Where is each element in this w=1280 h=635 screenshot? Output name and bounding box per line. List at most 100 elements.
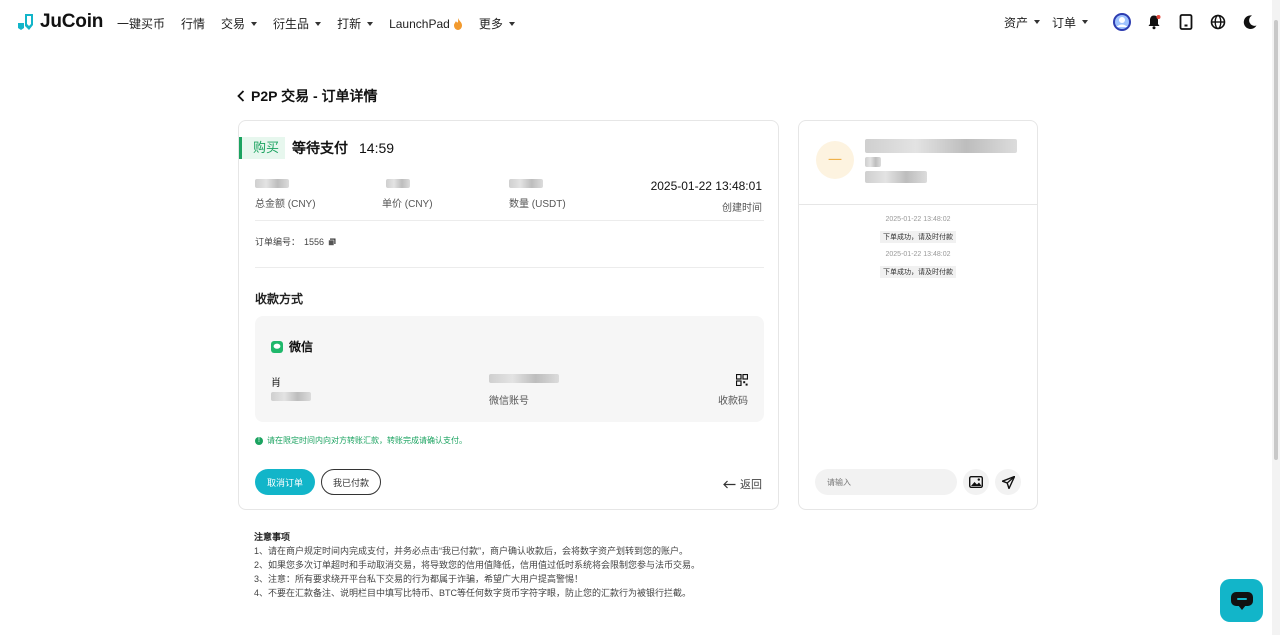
- fire-icon: [453, 17, 462, 30]
- message-text: 下单成功，请及时付款: [880, 266, 956, 278]
- chat-message: 2025-01-22 13:48:02 下单成功，请及时付款: [799, 216, 1037, 244]
- nav-item-more[interactable]: 更多: [479, 15, 515, 32]
- merchant-name-redacted: [865, 139, 1017, 153]
- stat-created: 2025-01-22 13:48:01 创建时间: [651, 179, 762, 214]
- qr-code[interactable]: 收款码: [718, 373, 749, 407]
- send-icon: [1001, 475, 1015, 489]
- qr-label: 收款码: [718, 396, 748, 407]
- back-button[interactable]: 返回: [723, 476, 762, 492]
- nav-label: 一键买币: [117, 17, 166, 31]
- page-title[interactable]: P2P 交易 - 订单详情: [237, 86, 378, 106]
- note-line: 3、注意：所有要求绕开平台私下交易的行为都属于诈骗，希望广大用户提高警惕！: [254, 574, 584, 584]
- notice-text: 请在限定时间内向对方转账汇款，转账完成请确认支付。: [267, 436, 467, 445]
- payment-notice: ! 请在限定时间内向对方转账汇款，转账完成请确认支付。: [255, 435, 467, 446]
- main-menu: 一键买币 行情 交易 衍生品 打新 LaunchPad 更多: [117, 15, 531, 32]
- nav-label: 更多: [478, 17, 503, 31]
- countdown-timer: 14:59: [359, 140, 395, 156]
- payment-method-title: 收款方式: [255, 292, 304, 306]
- brand-name: JuCoin: [40, 11, 104, 32]
- copy-icon[interactable]: [328, 238, 336, 246]
- scrollbar-thumb[interactable]: [1274, 20, 1278, 460]
- note-line: 2、如果您多次订单超时和手动取消交易，将导致您的信用值降低，信用值过低时系统将会…: [254, 560, 701, 570]
- nav-item-orders[interactable]: 订单: [1052, 14, 1088, 31]
- stat-price: 单价 (CNY): [382, 179, 433, 210]
- created-time: 2025-01-22 13:48:01: [650, 179, 762, 193]
- side-tag: 购买: [239, 137, 286, 159]
- send-button[interactable]: [995, 469, 1021, 495]
- nav-label: 衍生品: [273, 17, 310, 31]
- wechat-method: 微信: [271, 338, 313, 355]
- nav-item-quick-buy[interactable]: 一键买币: [117, 15, 165, 32]
- chevron-down-icon: [1082, 20, 1088, 24]
- divider: [255, 267, 764, 268]
- nav-label: 资产: [1003, 15, 1028, 30]
- bell-icon[interactable]: [1144, 12, 1164, 32]
- order-status-row: 购买 等待支付 14:59: [239, 137, 394, 159]
- redacted-value: [489, 374, 559, 383]
- image-icon: [969, 476, 983, 488]
- support-chat-button[interactable]: [1220, 579, 1263, 622]
- cancel-order-button[interactable]: 取消订单: [255, 469, 315, 495]
- avatar-icon[interactable]: [1112, 12, 1132, 32]
- download-icon[interactable]: [1176, 12, 1196, 32]
- nav-item-assets[interactable]: 资产: [1004, 14, 1040, 31]
- nav-label: 打新: [337, 17, 362, 31]
- stat-label: 创建时间: [722, 203, 762, 214]
- payment-method-box: 微信 肖 微信账号 收款码: [255, 316, 764, 422]
- nav-item-markets[interactable]: 行情: [181, 15, 205, 32]
- order-card: 购买 等待支付 14:59 总金额 (CNY) 单价 (CNY) 数量 (USD…: [238, 120, 779, 510]
- stat-label: 总金额 (CNY): [255, 199, 316, 210]
- arrow-left-icon: [723, 480, 736, 488]
- paid-button[interactable]: 我已付款: [321, 469, 381, 495]
- nav-item-ipo[interactable]: 打新: [337, 15, 374, 32]
- wechat-icon: [271, 340, 283, 353]
- message-text: 下单成功，请及时付款: [880, 231, 956, 243]
- wechat-account: 微信账号: [489, 374, 559, 407]
- nav-right: 资产 订单: [1004, 12, 1260, 32]
- chat-panel: 一 2025-01-22 13:48:02 下单成功，请及时付款 2025-01…: [798, 120, 1038, 510]
- notes-title: 注意事项: [254, 532, 291, 542]
- chevron-down-icon: [315, 21, 322, 26]
- divider: [255, 220, 764, 221]
- order-no-value: 1556: [304, 236, 325, 247]
- nav-label: LaunchPad: [389, 16, 450, 31]
- payee-name: 肖: [271, 374, 311, 404]
- nav-item-launchpad[interactable]: LaunchPad: [389, 15, 463, 32]
- back-label: 返回: [740, 479, 762, 491]
- redacted-value: [255, 179, 289, 188]
- image-upload-button[interactable]: [963, 469, 989, 495]
- globe-icon[interactable]: [1208, 12, 1228, 32]
- message-time: 2025-01-22 13:48:02: [885, 251, 951, 258]
- chevron-left-icon: [237, 90, 245, 102]
- chat-input[interactable]: [815, 469, 957, 495]
- chevron-down-icon: [1033, 20, 1040, 24]
- nav-item-derivatives[interactable]: 衍生品: [273, 15, 322, 32]
- brand-logo[interactable]: JuCoin: [16, 11, 103, 33]
- nav-label: 交易: [221, 17, 246, 31]
- account-label: 微信账号: [489, 396, 529, 407]
- stat-total: 总金额 (CNY): [255, 179, 316, 210]
- jucoin-logo-icon: [18, 14, 33, 30]
- redacted-value: [509, 179, 543, 188]
- qr-code-icon[interactable]: [735, 373, 749, 387]
- stat-quantity: 数量 (USDT): [509, 179, 566, 210]
- note-line: 4、不要在汇款备注、说明栏目中填写比特币、BTC等任何数字货币字符字眼，防止您的…: [254, 588, 692, 598]
- note-line: 1、请在商户规定时间内完成支付，并务必点击“我已付款”，商户确认收款后，会将数字…: [254, 546, 689, 556]
- top-nav: JuCoin 一键买币 行情 交易 衍生品 打新 LaunchPad 更多 资产…: [0, 0, 1280, 46]
- divider: [799, 204, 1037, 205]
- chevron-down-icon: [367, 21, 374, 26]
- redacted-value: [386, 179, 410, 188]
- page-title-text: P2P 交易 - 订单详情: [251, 88, 378, 104]
- nav-item-trade[interactable]: 交易: [221, 15, 258, 32]
- page-scrollbar[interactable]: [1272, 0, 1280, 635]
- wechat-label: 微信: [289, 340, 314, 354]
- stat-label: 数量 (USDT): [509, 199, 566, 210]
- payee-name-value: 肖: [271, 378, 281, 389]
- redacted-value: [271, 392, 311, 401]
- stat-label: 单价 (CNY): [382, 199, 433, 210]
- order-no-label: 订单编号：: [255, 237, 301, 247]
- merchant-info-redacted: [865, 171, 927, 183]
- moon-icon[interactable]: [1240, 12, 1260, 32]
- merchant-avatar: 一: [816, 141, 854, 179]
- nav-label: 行情: [181, 17, 206, 31]
